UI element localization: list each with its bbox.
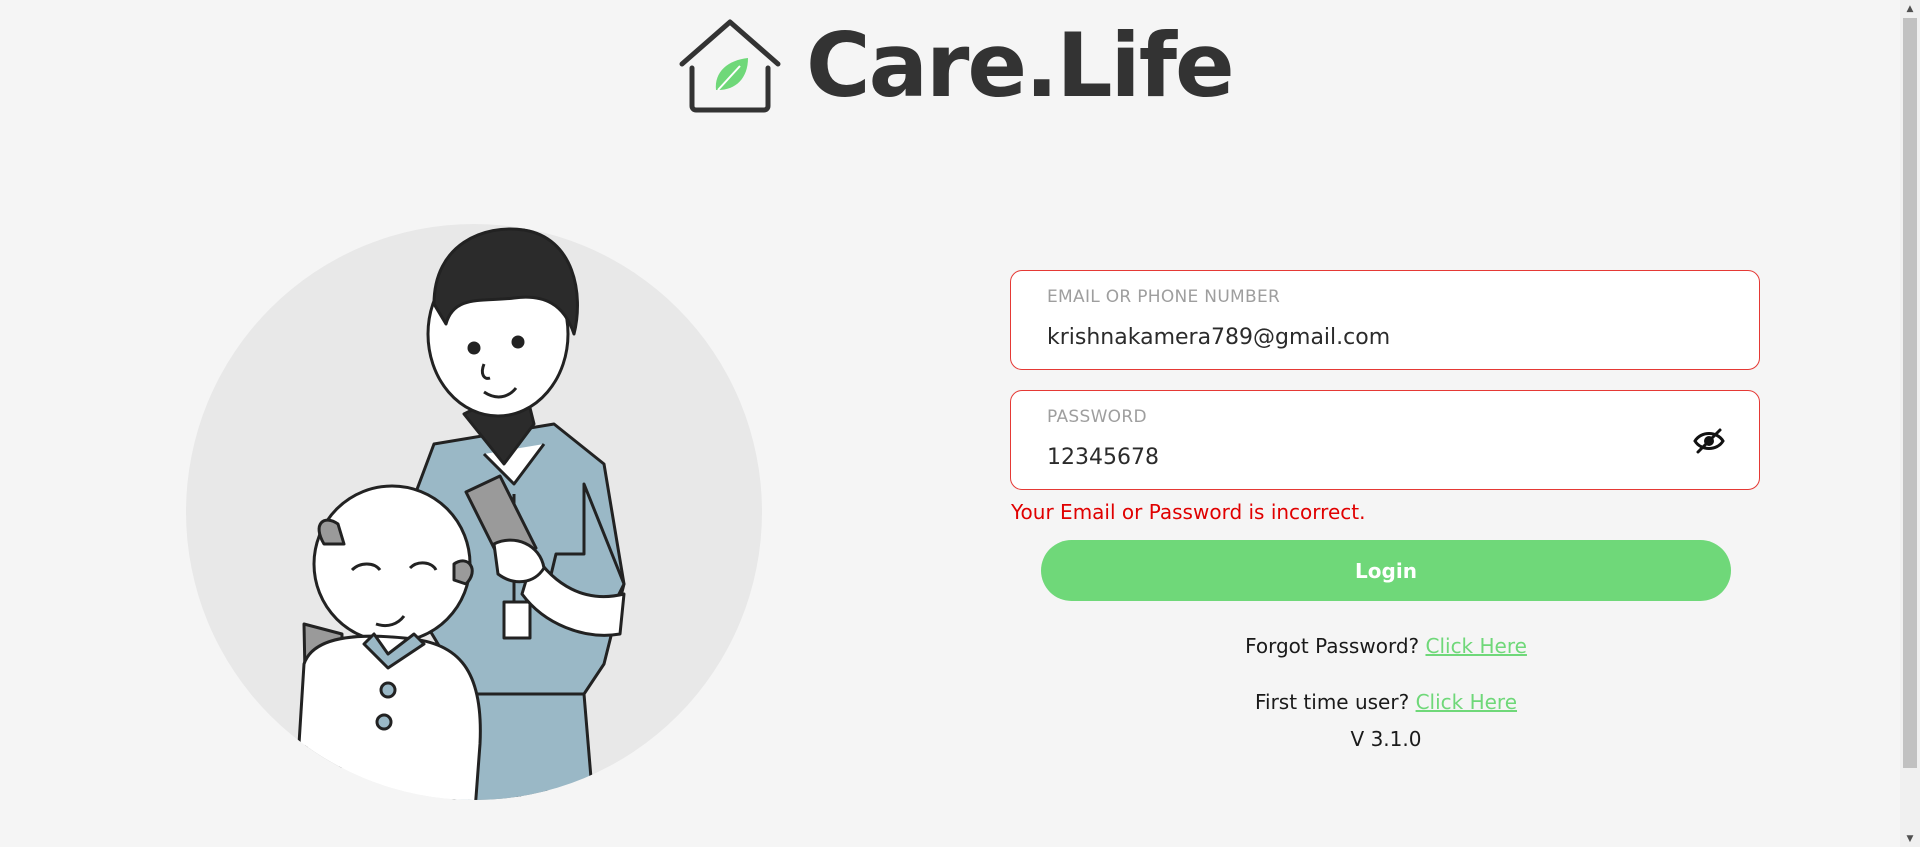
forgot-password-text: Forgot Password? xyxy=(1245,634,1420,658)
vertical-scrollbar[interactable]: ▲ ▼ xyxy=(1900,0,1920,847)
scroll-up-icon[interactable]: ▲ xyxy=(1900,0,1920,17)
brand-logo: Care.Life xyxy=(678,14,1235,117)
house-leaf-icon xyxy=(679,19,781,113)
eye-slash-icon[interactable] xyxy=(1693,427,1725,455)
login-button[interactable]: Login xyxy=(1041,540,1731,601)
brand-name: Care.Life xyxy=(806,14,1235,117)
forgot-password-row: Forgot Password? Click Here xyxy=(1010,634,1762,658)
first-time-user-text: First time user? xyxy=(1254,690,1410,714)
login-error-message: Your Email or Password is incorrect. xyxy=(1011,500,1366,524)
email-field[interactable]: EMAIL OR PHONE NUMBER xyxy=(1010,270,1760,370)
email-input[interactable] xyxy=(1047,319,1667,355)
login-page: Care.Life EMAIL OR PHONE NUMBER krishnak… xyxy=(0,0,1920,847)
first-time-user-row: First time user? Click Here xyxy=(1010,690,1762,714)
password-input[interactable] xyxy=(1047,439,1667,475)
version-label: V 3.1.0 xyxy=(1350,727,1422,751)
caregiver-illustration xyxy=(186,224,762,800)
password-field[interactable]: PASSWORD xyxy=(1010,390,1760,490)
scroll-down-icon[interactable]: ▼ xyxy=(1900,830,1920,847)
email-label: EMAIL OR PHONE NUMBER xyxy=(1047,287,1281,307)
scrollbar-thumb[interactable] xyxy=(1903,18,1917,768)
password-label: PASSWORD xyxy=(1047,407,1147,427)
forgot-password-link[interactable]: Click Here xyxy=(1425,634,1526,658)
first-time-user-link[interactable]: Click Here xyxy=(1416,690,1517,714)
